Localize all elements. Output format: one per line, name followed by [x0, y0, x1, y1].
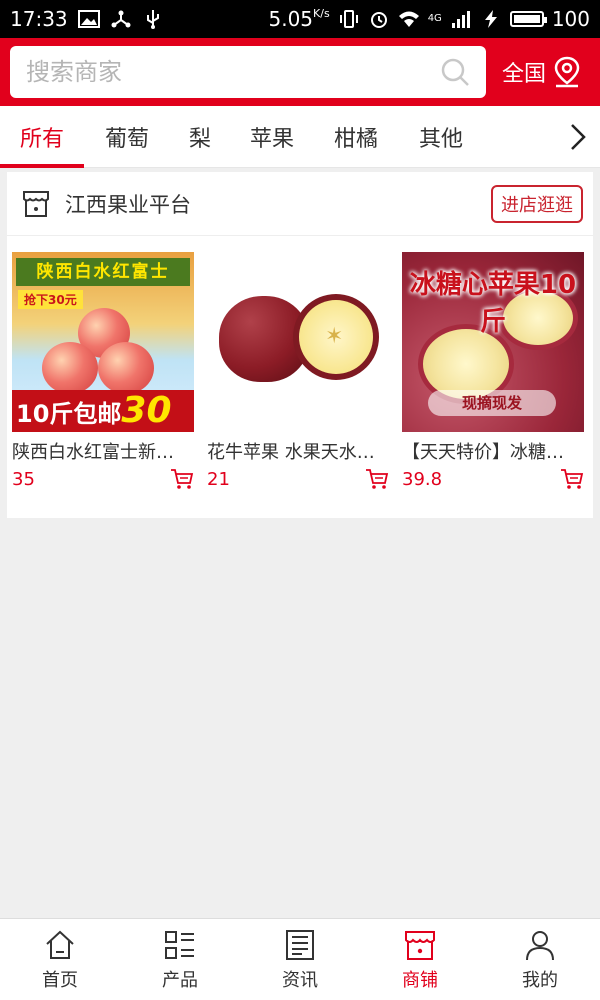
header: 全国 — [0, 38, 600, 106]
product-title[interactable]: 陕西白水红富士新… — [12, 438, 194, 464]
nav-home[interactable]: 首页 — [0, 919, 120, 1000]
gallery-icon — [77, 10, 100, 28]
home-icon — [46, 930, 74, 959]
store-card: 江西果业平台 进店逛逛 陕西白水红富士 抢下30元 10斤包邮30 陕西白水红富… — [7, 172, 593, 518]
product-card[interactable]: ✶ 花牛苹果 水果天水… 21 — [207, 252, 389, 490]
battery-icon — [509, 11, 547, 27]
product-price: 35 — [12, 468, 35, 490]
search-input[interactable] — [26, 58, 440, 86]
image-banner-text: 陕西白水红富士 — [16, 258, 190, 286]
category-tabs: 所有 葡萄 梨 苹果 柑橘 其他 — [0, 106, 600, 168]
region-label: 全国 — [502, 62, 547, 87]
network-type: 4G — [427, 13, 442, 24]
image-tag-text: 抢下30元 — [18, 290, 83, 309]
image-pill-text: 现摘现发 — [428, 390, 556, 416]
tab-all[interactable]: 所有 — [0, 106, 84, 168]
region-selector[interactable]: 全国 — [502, 56, 582, 88]
network-speed: 5.05K/s — [268, 7, 330, 31]
nav-products[interactable]: 产品 — [120, 919, 240, 1000]
search-box[interactable] — [10, 46, 486, 98]
enter-store-button[interactable]: 进店逛逛 — [491, 184, 583, 223]
image-title-text: 冰糖心苹果10斤 — [409, 270, 577, 337]
product-title[interactable]: 花牛苹果 水果天水… — [207, 438, 389, 464]
share-icon — [111, 10, 131, 28]
tab-other[interactable]: 其他 — [398, 106, 484, 168]
nav-shops[interactable]: 商铺 — [360, 919, 480, 1000]
wifi-icon — [398, 11, 419, 27]
product-list: 陕西白水红富士 抢下30元 10斤包邮30 陕西白水红富士新… 35 ✶ 花牛苹… — [7, 236, 593, 490]
product-grid-icon — [165, 930, 194, 959]
location-pin-icon — [554, 56, 580, 88]
store-icon — [23, 190, 49, 217]
store-name: 江西果业平台 — [65, 192, 191, 217]
status-time: 17:33 — [10, 7, 68, 31]
product-image[interactable]: 冰糖心苹果10斤 现摘现发 — [402, 252, 584, 432]
signal-icon — [451, 11, 470, 28]
nav-mine[interactable]: 我的 — [480, 919, 600, 1000]
store-header: 江西果业平台 进店逛逛 — [7, 172, 593, 236]
battery-level: 100 — [551, 7, 590, 31]
product-price: 39.8 — [402, 468, 443, 490]
tab-citrus[interactable]: 柑橘 — [314, 106, 398, 168]
product-card[interactable]: 陕西白水红富士 抢下30元 10斤包邮30 陕西白水红富士新… 35 — [12, 252, 194, 490]
tab-pear[interactable]: 梨 — [170, 106, 230, 168]
nav-news-label: 资讯 — [282, 969, 318, 991]
tab-grapes[interactable]: 葡萄 — [84, 106, 170, 168]
user-icon — [526, 930, 554, 960]
bottom-nav: 首页 产品 资讯 商铺 我的 — [0, 918, 600, 1000]
product-image[interactable]: ✶ — [207, 252, 389, 432]
shop-icon — [405, 930, 435, 960]
chevron-right-icon[interactable] — [564, 122, 592, 152]
status-bar: 17:33 5.05K/s 4G 100 — [0, 0, 600, 38]
product-title[interactable]: 【天天特价】冰糖… — [402, 438, 584, 464]
charging-icon — [484, 10, 497, 28]
product-card[interactable]: 冰糖心苹果10斤 现摘现发 【天天特价】冰糖… 39.8 — [402, 252, 584, 490]
nav-news[interactable]: 资讯 — [240, 919, 360, 1000]
nav-mine-label: 我的 — [522, 969, 558, 991]
tab-apple[interactable]: 苹果 — [230, 106, 314, 168]
search-icon[interactable] — [440, 57, 470, 87]
cart-icon[interactable] — [170, 468, 194, 490]
usb-icon — [146, 10, 159, 29]
vibrate-icon — [339, 10, 358, 28]
alarm-icon — [370, 12, 387, 28]
apple-half-shape: ✶ — [293, 294, 379, 380]
product-price: 21 — [207, 468, 230, 490]
cart-icon[interactable] — [560, 468, 584, 490]
nav-home-label: 首页 — [42, 969, 78, 991]
apple-shape — [42, 342, 98, 394]
nav-shops-label: 商铺 — [402, 969, 438, 991]
nav-products-label: 产品 — [162, 969, 198, 991]
apple-shape — [98, 342, 154, 394]
news-icon — [286, 929, 314, 960]
product-image[interactable]: 陕西白水红富士 抢下30元 10斤包邮30 — [12, 252, 194, 432]
image-promo-bar: 10斤包邮30 — [12, 390, 194, 432]
cart-icon[interactable] — [365, 468, 389, 490]
